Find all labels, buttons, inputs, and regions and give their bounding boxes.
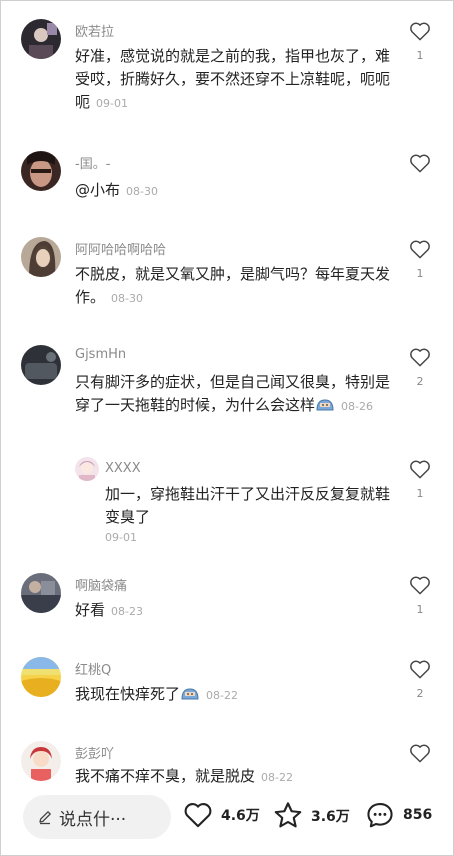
like-button[interactable]: 2 — [405, 347, 435, 388]
bottom-action-bar: 说点什··· 4.6万 3.6万 856 — [1, 783, 453, 855]
comment-text: 我现在快痒死了 08-22 — [75, 683, 395, 707]
comment-text: 好准，感觉说的就是之前的我，指甲也灰了，难受哎，折腾好久，要不然还穿不上凉鞋呢，… — [75, 45, 395, 115]
like-count: 2 — [416, 375, 424, 388]
like-button[interactable] — [405, 743, 435, 771]
like-count: 2 — [416, 687, 424, 700]
comment-date: 08-22 — [206, 689, 238, 702]
like-count: 1 — [416, 49, 424, 62]
username[interactable]: 阿阿哈哈啊哈哈 — [75, 239, 166, 258]
like-post-count: 4.6万 — [221, 807, 260, 824]
like-count: 1 — [416, 267, 424, 280]
avatar[interactable] — [21, 345, 61, 385]
like-button[interactable]: 1 — [405, 239, 435, 280]
comment-date: 08-30 — [126, 185, 158, 198]
comment-input-placeholder: 说点什··· — [59, 809, 127, 830]
favorite-button[interactable]: 3.6万 — [273, 801, 350, 830]
reply-username[interactable]: XXXX — [105, 461, 141, 476]
username[interactable]: 啊脑袋痛 — [75, 575, 127, 594]
comment-text: @小布 08-30 — [75, 179, 395, 203]
comment-text: 只有脚汗多的症状，但是自己闻又很臭，特别是穿了一天拖鞋的时候，为什么会这样 08-… — [75, 371, 395, 418]
star-icon — [274, 802, 302, 828]
avatar[interactable] — [21, 741, 61, 781]
comment-bubble-icon — [367, 803, 393, 828]
comment-text: 好看 08-23 — [75, 599, 395, 623]
comment-body: 好看 — [75, 601, 106, 619]
avatar[interactable] — [21, 237, 61, 277]
username[interactable]: 红桃Q — [75, 659, 111, 678]
heart-icon — [184, 803, 212, 828]
comment-body: 我不痛不痒不臭，就是脱皮 — [75, 767, 256, 783]
comment-date: 08-26 — [341, 400, 373, 413]
avatar[interactable] — [21, 657, 61, 697]
like-button[interactable]: 1 — [405, 459, 435, 500]
like-button[interactable]: 2 — [405, 659, 435, 700]
heart-icon — [410, 154, 430, 173]
comment-list[interactable]: 欧若拉 好准，感觉说的就是之前的我，指甲也灰了，难受哎，折腾好久，要不然还穿不上… — [1, 1, 453, 783]
comment-body: 我现在快痒死了 — [75, 685, 181, 703]
like-button[interactable]: 1 — [405, 575, 435, 616]
like-count: 1 — [416, 603, 424, 616]
comment-date: 09-01 — [96, 97, 128, 110]
like-button[interactable] — [405, 153, 435, 181]
comment-text: 我不痛不痒不臭，就是脱皮 08-22 — [75, 765, 395, 783]
comment-date: 08-30 — [111, 292, 143, 305]
comment-date: 08-23 — [111, 605, 143, 618]
heart-icon — [410, 576, 430, 595]
like-count: 1 — [416, 487, 424, 500]
blush-emoji-icon — [181, 688, 199, 700]
comment-panel: 欧若拉 好准，感觉说的就是之前的我，指甲也灰了，难受哎，折腾好久，要不然还穿不上… — [0, 0, 454, 856]
avatar[interactable] — [21, 573, 61, 613]
comment-body: @小布 — [75, 181, 121, 199]
comment-text: 不脱皮，就是又氧又肿，是脚气吗？每年夏天发作。 08-30 — [75, 263, 395, 310]
heart-icon — [410, 460, 430, 479]
avatar[interactable] — [75, 457, 99, 481]
heart-icon — [410, 744, 430, 763]
avatar[interactable] — [21, 151, 61, 191]
blush-emoji-icon — [316, 399, 334, 411]
comment-date: 08-22 — [261, 771, 293, 783]
comment-input[interactable]: 说点什··· — [23, 795, 171, 839]
username[interactable]: 欧若拉 — [75, 21, 114, 40]
reply-text: 加一，穿拖鞋出汗干了又出汗反反复复就鞋变臭了 — [105, 483, 395, 529]
avatar[interactable] — [21, 19, 61, 59]
favorite-count: 3.6万 — [311, 808, 350, 825]
username[interactable]: 彭彭吖 — [75, 743, 114, 762]
comment-count: 856 — [403, 807, 433, 823]
heart-icon — [410, 660, 430, 679]
like-button[interactable]: 1 — [405, 21, 435, 62]
pencil-icon — [39, 811, 51, 825]
comments-button[interactable]: 856 — [365, 801, 432, 829]
username[interactable]: GjsmHn — [75, 347, 126, 362]
reply-date: 09-01 — [105, 531, 137, 544]
heart-icon — [410, 240, 430, 259]
reply-body: 加一，穿拖鞋出汗干了又出汗反反复复就鞋变臭了 — [105, 485, 391, 526]
heart-icon — [410, 348, 430, 367]
like-post-button[interactable]: 4.6万 — [183, 801, 260, 828]
username[interactable]: -囯。- — [75, 153, 110, 172]
heart-icon — [410, 22, 430, 41]
